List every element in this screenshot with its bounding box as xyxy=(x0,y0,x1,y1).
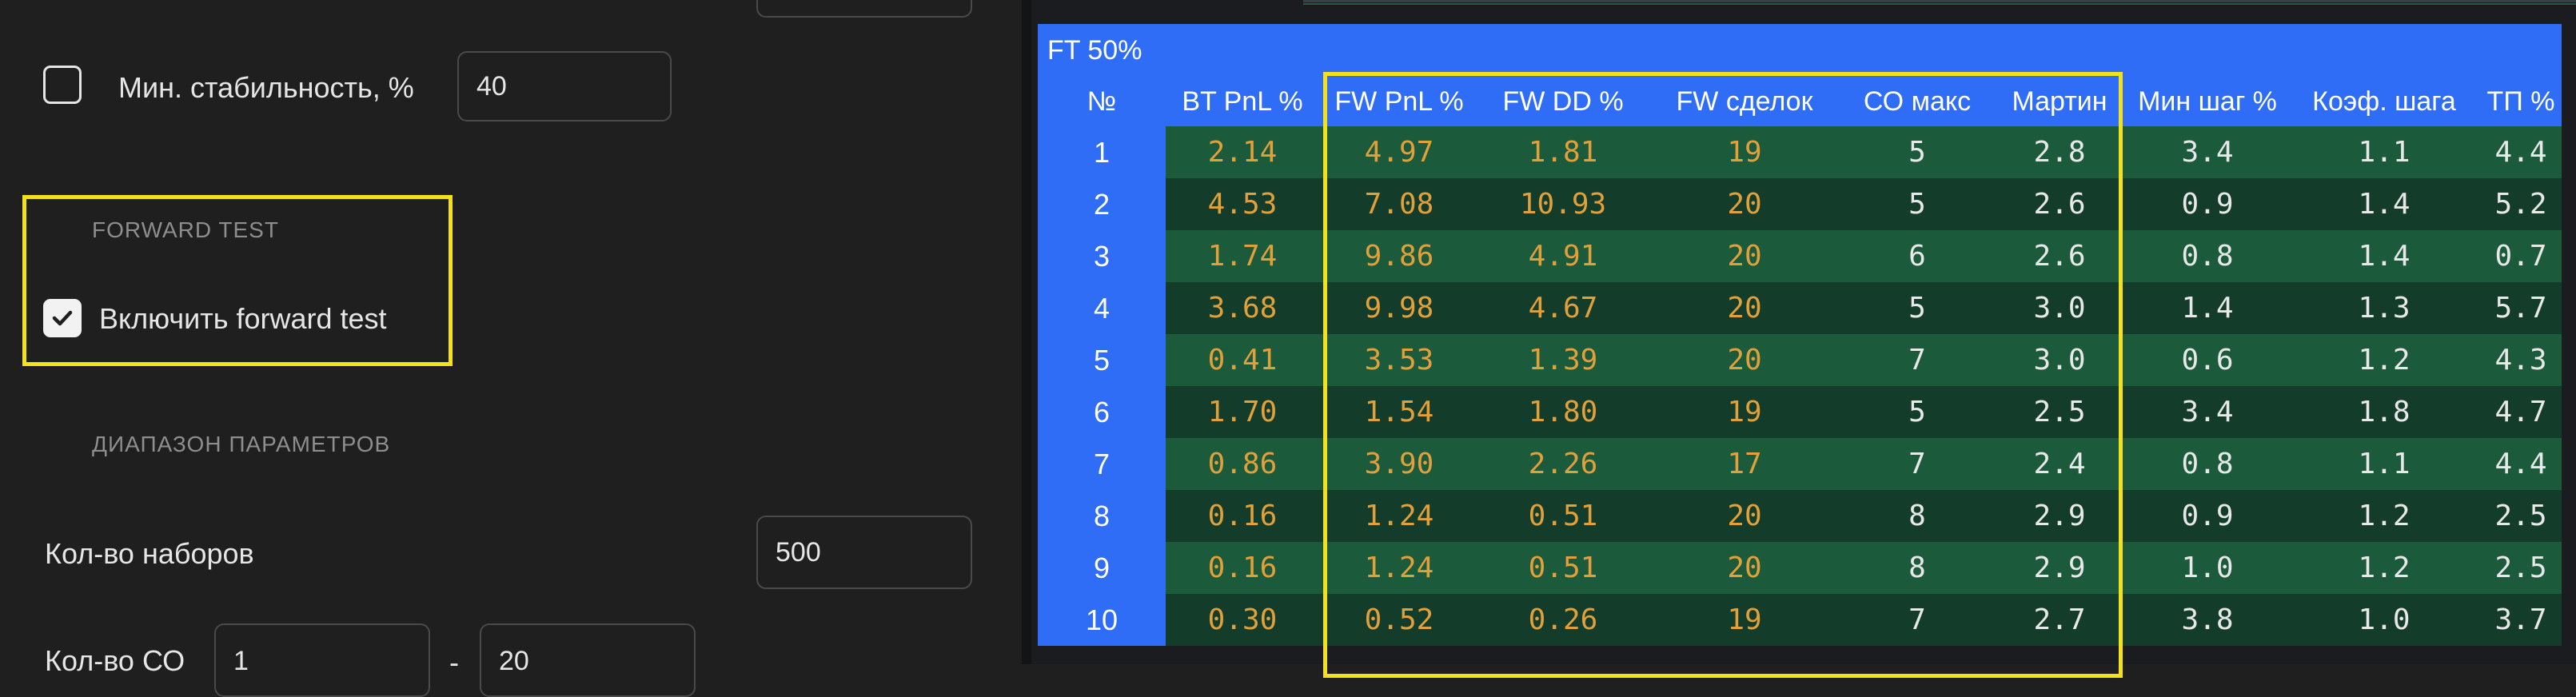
row-number-cell: 1 xyxy=(1038,126,1166,178)
table-cell: 2.5 xyxy=(2480,542,2562,594)
table-cell: 1.1 xyxy=(2288,438,2480,490)
table-cell: 1.70 xyxy=(1166,386,1319,438)
table-cell: 2.5 xyxy=(2480,490,2562,542)
column-header[interactable]: ТП % xyxy=(2480,77,2562,126)
table-cell: 3.7 xyxy=(2480,594,2562,646)
panel-divider[interactable] xyxy=(1022,0,1031,664)
row-number-cell: 4 xyxy=(1038,282,1166,334)
table-cell: 2.14 xyxy=(1166,126,1319,178)
table-cell: 3.8 xyxy=(2127,594,2288,646)
row-number-cell: 5 xyxy=(1038,334,1166,386)
settings-panel: Мин. стабильность, % 40 FORWARD TEST Вкл… xyxy=(0,0,1022,697)
table-cell: 3.4 xyxy=(2127,126,2288,178)
sets-count-label: Кол-во наборов xyxy=(45,537,254,570)
table-cell: 1.4 xyxy=(2127,282,2288,334)
table-cell: 0.30 xyxy=(1166,594,1319,646)
table-cell: 0.41 xyxy=(1166,334,1319,386)
table-cell: 0.7 xyxy=(2480,230,2562,282)
so-min-input[interactable]: 1 xyxy=(214,623,430,697)
column-header[interactable]: Мин шаг % xyxy=(2127,77,2288,126)
row-number-cell: 10 xyxy=(1038,594,1166,646)
so-count-label: Кол-во СО xyxy=(45,644,185,677)
row-number-cell: 6 xyxy=(1038,386,1166,438)
table-cell: 1.2 xyxy=(2288,490,2480,542)
table-cell: 1.74 xyxy=(1166,230,1319,282)
row-number-cell: 3 xyxy=(1038,230,1166,282)
so-max-input[interactable]: 20 xyxy=(480,623,696,697)
table-cell: 0.8 xyxy=(2127,230,2288,282)
grid-line xyxy=(1303,3,2576,5)
results-table-title: FT 50% xyxy=(1047,35,1142,66)
table-cell: 1.0 xyxy=(2288,594,2480,646)
table-cell: 3.4 xyxy=(2127,386,2288,438)
previous-field-input[interactable] xyxy=(756,0,972,18)
table-cell: 3.68 xyxy=(1166,282,1319,334)
forward-columns-highlight xyxy=(1323,72,2123,678)
column-header[interactable]: № xyxy=(1038,77,1166,126)
table-cell: 1.1 xyxy=(2288,126,2480,178)
row-number-cell: 2 xyxy=(1038,178,1166,230)
min-stability-checkbox[interactable] xyxy=(43,66,82,104)
table-cell: 0.8 xyxy=(2127,438,2288,490)
min-stability-label: Мин. стабильность, % xyxy=(118,71,414,104)
table-cell: 0.16 xyxy=(1166,542,1319,594)
sets-count-input[interactable]: 500 xyxy=(756,516,972,589)
row-number-cell: 9 xyxy=(1038,542,1166,594)
table-cell: 0.16 xyxy=(1166,490,1319,542)
row-number-cell: 8 xyxy=(1038,490,1166,542)
table-cell: 1.8 xyxy=(2288,386,2480,438)
table-cell: 4.4 xyxy=(2480,126,2562,178)
table-cell: 4.7 xyxy=(2480,386,2562,438)
table-cell: 1.2 xyxy=(2288,334,2480,386)
table-cell: 4.4 xyxy=(2480,438,2562,490)
forward-test-highlight xyxy=(22,195,453,366)
table-cell: 0.6 xyxy=(2127,334,2288,386)
table-cell: 0.9 xyxy=(2127,178,2288,230)
min-stability-input[interactable]: 40 xyxy=(457,51,672,121)
table-cell: 4.3 xyxy=(2480,334,2562,386)
table-cell: 1.3 xyxy=(2288,282,2480,334)
results-table-container: FT 50% № BT PnL % FW PnL % FW DD % FW сделок… xyxy=(1038,24,2562,678)
table-cell: 0.86 xyxy=(1166,438,1319,490)
table-cell: 1.4 xyxy=(2288,178,2480,230)
grid-line xyxy=(1303,0,2576,2)
table-cell: 1.4 xyxy=(2288,230,2480,282)
table-cell: 5.7 xyxy=(2480,282,2562,334)
table-cell: 0.9 xyxy=(2127,490,2288,542)
column-header[interactable]: BT PnL % xyxy=(1166,77,1319,126)
row-number-cell: 7 xyxy=(1038,438,1166,490)
table-cell: 4.53 xyxy=(1166,178,1319,230)
so-range-separator: - xyxy=(449,646,459,679)
table-cell: 1.0 xyxy=(2127,542,2288,594)
table-cell: 1.2 xyxy=(2288,542,2480,594)
param-range-section-title: ДИАПАЗОН ПАРАМЕТРОВ xyxy=(92,432,391,456)
column-header[interactable]: Коэф. шага xyxy=(2288,77,2480,126)
table-cell: 5.2 xyxy=(2480,178,2562,230)
